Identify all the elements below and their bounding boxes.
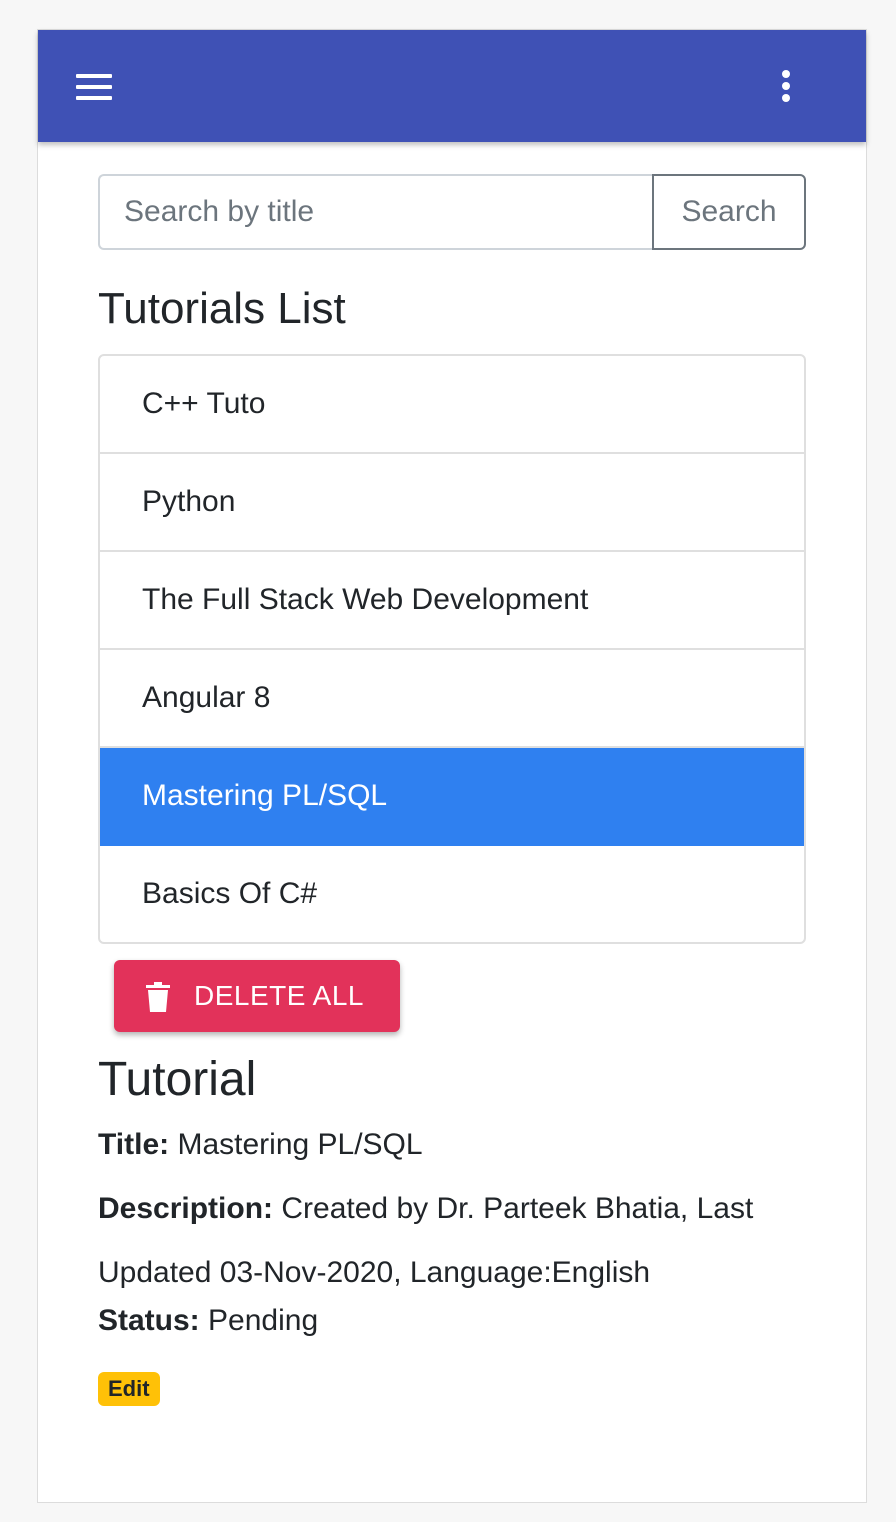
app-container: Search Tutorials List C++ Tuto Python Th… (37, 29, 867, 1503)
tutorials-list-title: Tutorials List (98, 284, 346, 333)
tutorial-heading: Tutorial (98, 1053, 257, 1106)
list-item[interactable]: Python (100, 454, 804, 552)
list-item[interactable]: Basics Of C# (100, 846, 804, 942)
edit-badge[interactable]: Edit (98, 1372, 160, 1406)
list-item-active[interactable]: Mastering PL/SQL (100, 748, 804, 846)
list-item[interactable]: C++ Tuto (100, 356, 804, 454)
search-input[interactable] (98, 174, 654, 250)
description-value: Created by Dr. Parteek Bhatia, Last (281, 1192, 754, 1225)
delete-all-button[interactable]: DELETE ALL (114, 960, 400, 1032)
title-value: Mastering PL/SQL (177, 1128, 423, 1161)
search-bar: Search (98, 174, 806, 250)
list-item[interactable]: Angular 8 (100, 650, 804, 748)
more-vertical-icon[interactable] (774, 68, 798, 104)
tutorial-description-continued: Updated 03-Nov-2020, Language:English (98, 1256, 650, 1290)
status-label: Status: (98, 1304, 200, 1337)
tutorials-list: C++ Tuto Python The Full Stack Web Devel… (98, 354, 806, 944)
title-label: Title: (98, 1128, 170, 1161)
tutorial-description-row: Description: Created by Dr. Parteek Bhat… (98, 1192, 753, 1226)
app-bar (38, 30, 866, 142)
description-label: Description: (98, 1192, 274, 1225)
status-value: Pending (208, 1304, 319, 1337)
hamburger-menu-icon[interactable] (76, 74, 112, 100)
trash-icon (146, 982, 170, 1012)
delete-all-label: DELETE ALL (194, 980, 364, 1011)
search-button[interactable]: Search (652, 174, 806, 250)
description-value-continued: Updated 03-Nov-2020, Language:English (98, 1256, 651, 1289)
list-item[interactable]: The Full Stack Web Development (100, 552, 804, 650)
tutorial-status-row: Status: Pending (98, 1304, 318, 1338)
tutorial-title-row: Title: Mastering PL/SQL (98, 1128, 423, 1162)
